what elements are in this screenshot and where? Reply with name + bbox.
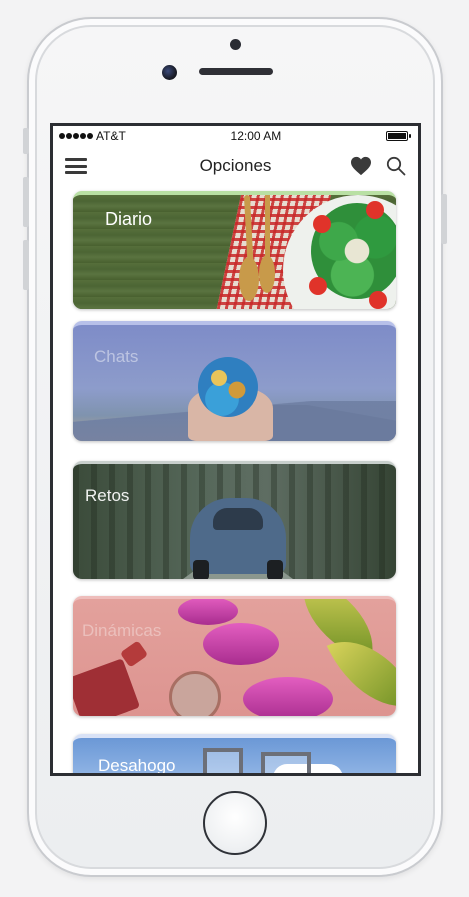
front-camera [162, 65, 177, 80]
screen: AT&T 12:00 AM Opciones Diario Chats Reto… [50, 123, 421, 776]
card-label: Retos [85, 486, 130, 505]
volume-down-button [23, 240, 29, 290]
option-card-retos[interactable]: Retos [73, 461, 396, 579]
cloud [223, 774, 293, 776]
battery-icon [385, 131, 411, 141]
option-card-diario[interactable]: Diario [73, 191, 396, 309]
top-navbar: Opciones [53, 146, 418, 186]
volume-up-button [23, 177, 29, 227]
option-card-dinamicas[interactable]: Dinámicas [73, 596, 396, 716]
makeup-compact [169, 671, 221, 716]
status-bar: AT&T 12:00 AM [53, 126, 418, 146]
option-card-chats[interactable]: Chats [73, 321, 396, 441]
status-time: 12:00 AM [230, 129, 282, 143]
signal-indicator: AT&T [59, 129, 126, 143]
tulip [178, 599, 238, 625]
card-label: Diario [105, 209, 153, 229]
picture-frame [203, 748, 243, 773]
hamburger-menu-icon[interactable] [65, 157, 87, 175]
signal-strength-icon [59, 133, 93, 139]
options-list: Diario Chats Retos Dinámicas Desahogo [53, 186, 418, 773]
proximity-sensor [230, 39, 241, 50]
earpiece-speaker [199, 68, 273, 75]
card-label: Desahogo [98, 756, 176, 775]
globe [198, 357, 258, 417]
silent-switch [23, 128, 29, 154]
heart-icon[interactable] [350, 156, 372, 176]
card-label: Dinámicas [82, 621, 162, 640]
option-card-desahogo[interactable]: Desahogo [73, 734, 396, 776]
carrier-name: AT&T [96, 129, 126, 143]
search-icon[interactable] [386, 156, 406, 176]
power-button [441, 194, 447, 244]
tomato [313, 215, 331, 233]
card-label: Chats [94, 347, 139, 366]
home-button[interactable] [203, 791, 267, 855]
